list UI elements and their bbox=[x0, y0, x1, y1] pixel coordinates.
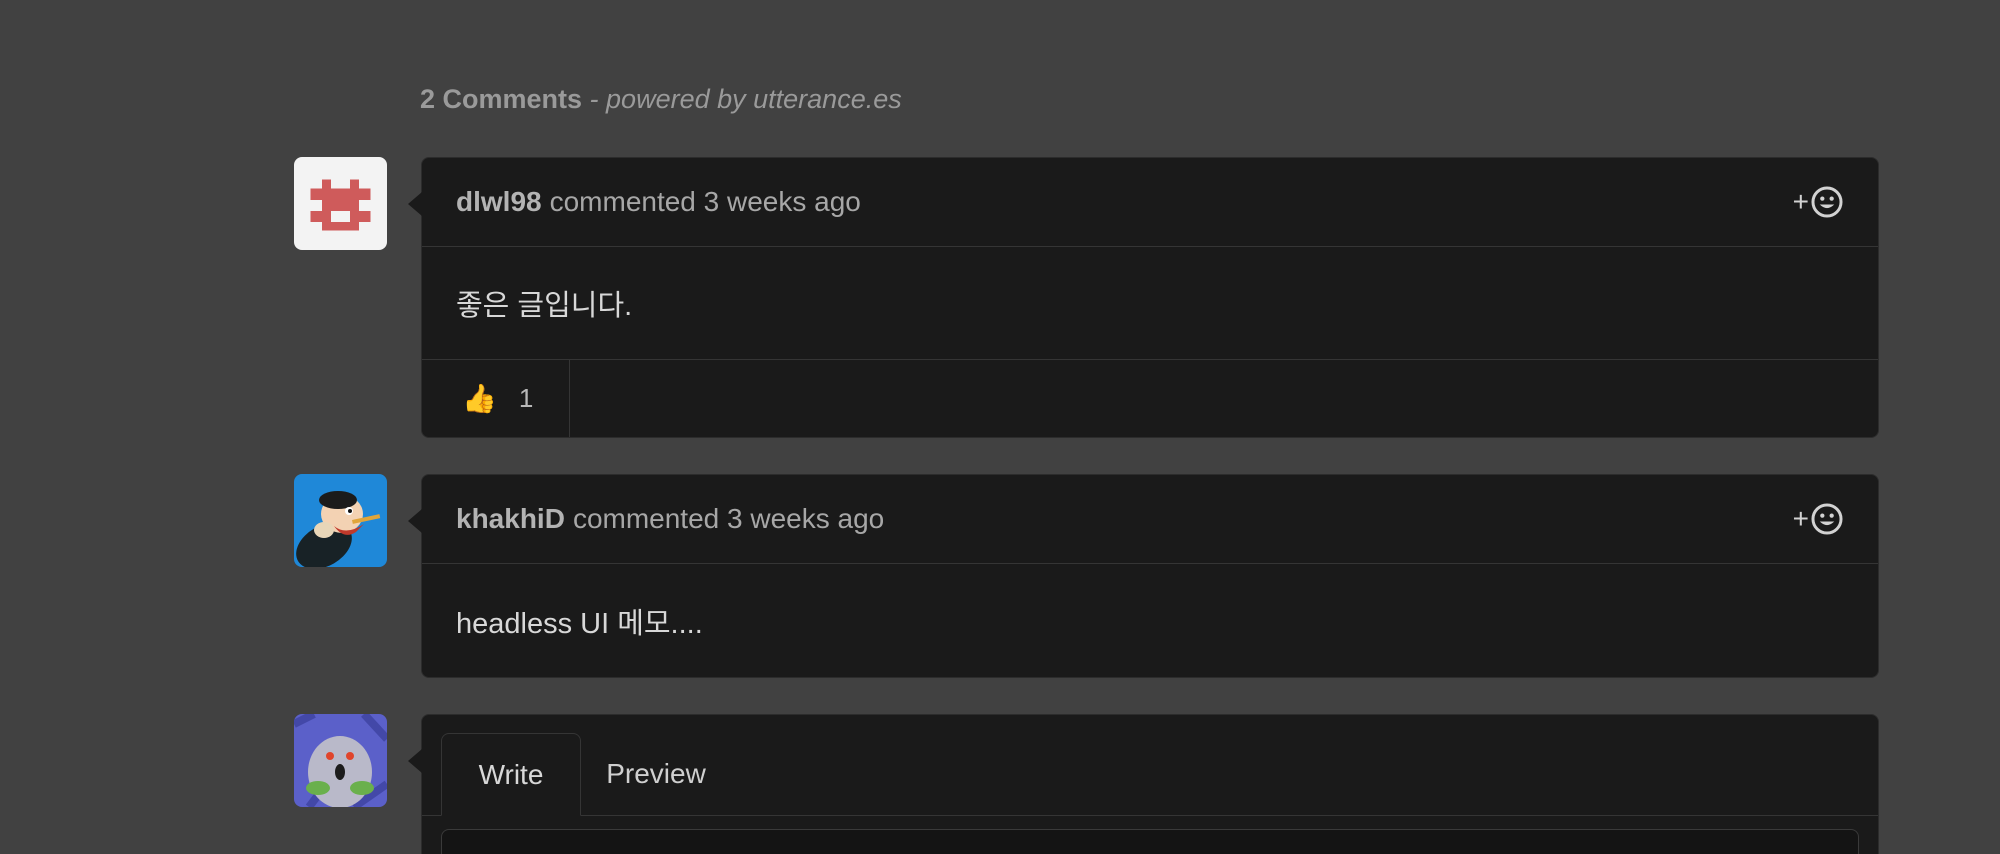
comment-header: khakhiD commented 3 weeks ago + bbox=[422, 475, 1878, 564]
comments-header: 2 Comments - powered by utterance.es bbox=[420, 84, 902, 115]
thumbs-up-icon: 👍 bbox=[462, 383, 497, 414]
comment-meta[interactable]: commented 3 weeks ago bbox=[550, 186, 861, 218]
reaction-thumbs-up[interactable]: 👍 1 bbox=[422, 360, 571, 437]
profile-avatar bbox=[294, 474, 387, 567]
current-user-avatar bbox=[294, 714, 387, 807]
avatar-dlwl98[interactable] bbox=[294, 157, 387, 250]
smiley-icon bbox=[1811, 503, 1843, 535]
reaction-count: 1 bbox=[518, 383, 534, 413]
reactions-bar: 👍 1 bbox=[422, 359, 1878, 437]
tab-preview[interactable]: Preview bbox=[591, 733, 721, 815]
smiley-icon bbox=[1811, 186, 1843, 218]
utterances-comments: 2 Comments - powered by utterance.es dlw… bbox=[0, 0, 2000, 854]
editor-tabs: Write Preview bbox=[422, 715, 1878, 816]
comment-meta[interactable]: commented 3 weeks ago bbox=[573, 503, 884, 535]
new-comment-editor: Write Preview bbox=[408, 714, 1879, 854]
comment-author[interactable]: dlwl98 bbox=[456, 186, 542, 218]
add-reaction-button[interactable]: + bbox=[1793, 185, 1844, 219]
comment-header: dlwl98 commented 3 weeks ago + bbox=[422, 158, 1878, 247]
powered-by-link[interactable]: - powered by utterance.es bbox=[582, 84, 902, 114]
comment-textarea[interactable] bbox=[441, 829, 1859, 854]
identicon-avatar bbox=[294, 157, 387, 250]
comment-card: khakhiD commented 3 weeks ago + headless… bbox=[408, 474, 1879, 678]
add-reaction-button[interactable]: + bbox=[1793, 502, 1844, 536]
comment-author[interactable]: khakhiD bbox=[456, 503, 565, 535]
tab-write[interactable]: Write bbox=[441, 733, 581, 816]
comment-body: headless UI 메모.... bbox=[456, 607, 703, 640]
comment-card: dlwl98 commented 3 weeks ago + 좋은 글입니다. … bbox=[408, 157, 1879, 438]
monster-avatar bbox=[294, 714, 387, 807]
comment-count: 2 Comments bbox=[420, 84, 583, 114]
comment-body: 좋은 글입니다. bbox=[456, 290, 633, 322]
avatar-khakhiD[interactable] bbox=[294, 474, 387, 567]
